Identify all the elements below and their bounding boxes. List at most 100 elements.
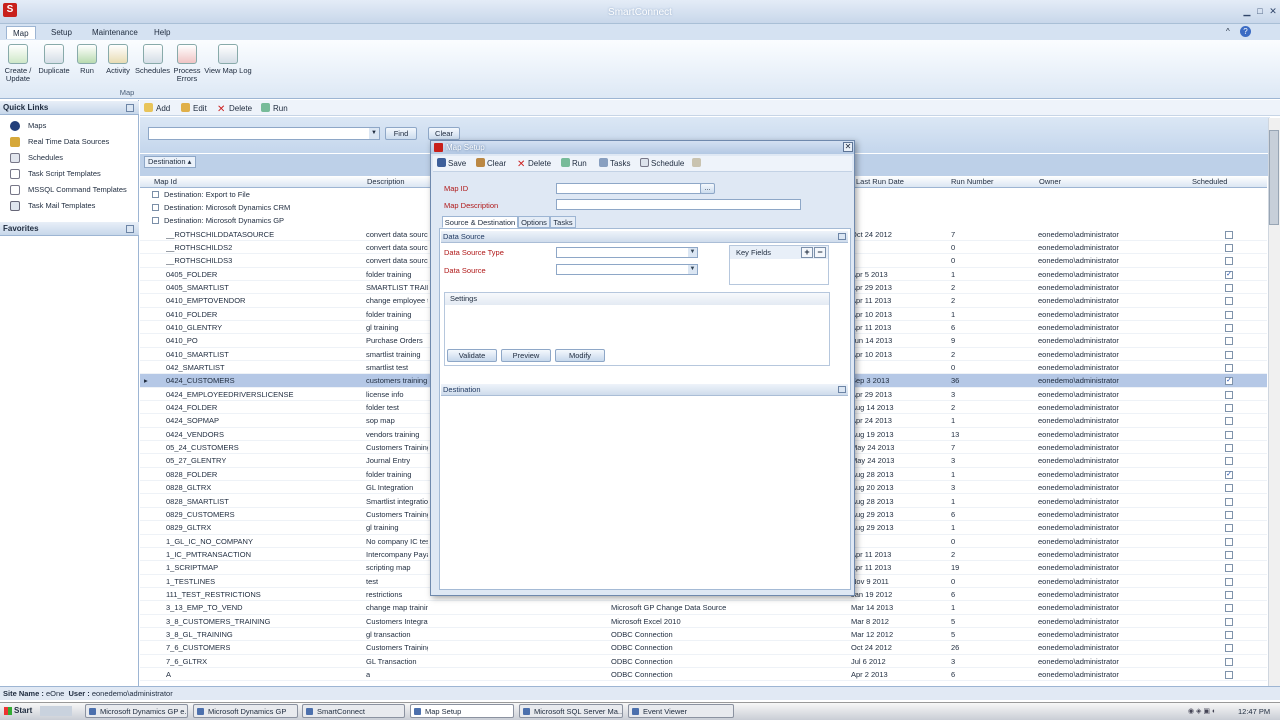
start-button[interactable]: Start bbox=[2, 704, 36, 718]
scheduled-checkbox[interactable] bbox=[1225, 510, 1233, 519]
chevron-down-icon[interactable]: ▼ bbox=[688, 265, 697, 274]
expand-icon[interactable] bbox=[152, 191, 159, 198]
taskbar-item-map-setup[interactable]: Map Setup bbox=[410, 704, 514, 718]
system-tray-icons[interactable]: ◉ ◈ ▣ ◐ bbox=[1188, 707, 1236, 716]
scheduled-checkbox[interactable] bbox=[1225, 297, 1233, 306]
duplicate-button[interactable]: Duplicate bbox=[37, 44, 71, 88]
maximize-button[interactable]: □ bbox=[1253, 5, 1267, 17]
save-button[interactable]: Save bbox=[437, 158, 466, 170]
scheduled-checkbox[interactable] bbox=[1225, 364, 1233, 372]
scheduled-checkbox[interactable] bbox=[1225, 631, 1233, 639]
col-owner[interactable]: Owner bbox=[1039, 177, 1061, 187]
preview-button[interactable]: Preview bbox=[501, 349, 551, 362]
tab-options[interactable]: Options bbox=[518, 216, 550, 228]
group-row[interactable]: Destination: Microsoft Dynamics CRM bbox=[152, 201, 290, 214]
scheduled-checkbox[interactable] bbox=[1225, 444, 1233, 453]
quick-launch[interactable] bbox=[40, 706, 72, 716]
taskbar-item-dynamics-gp-1[interactable]: Microsoft Dynamics GP e... bbox=[85, 704, 188, 718]
data-source-type-select[interactable]: ▼ bbox=[556, 247, 698, 258]
scheduled-checkbox[interactable] bbox=[1225, 524, 1233, 533]
scheduled-checkbox[interactable] bbox=[1225, 337, 1233, 346]
view-map-log-button[interactable]: View Map Log bbox=[204, 44, 252, 88]
minimize-button[interactable]: ▁ bbox=[1240, 5, 1254, 17]
find-button[interactable]: Find bbox=[385, 127, 417, 140]
menu-map[interactable]: Map bbox=[6, 26, 36, 39]
add-key-field-button[interactable]: + bbox=[801, 247, 813, 258]
table-row[interactable]: Aa ODBC Connection Apr 2 2013 6 eonedemo\adm… bbox=[140, 668, 1267, 682]
menu-help[interactable]: Help bbox=[148, 26, 176, 39]
clear-filter-button[interactable]: Clear bbox=[428, 127, 460, 140]
schedule-button[interactable]: Schedule bbox=[640, 158, 684, 170]
scheduled-checkbox[interactable] bbox=[1225, 283, 1233, 292]
tab-source-destination[interactable]: Source & Destination bbox=[442, 216, 518, 228]
table-row[interactable]: 7_6_CUSTOMERS Customers Training ODBC Conn… bbox=[140, 641, 1267, 655]
modify-button[interactable]: Modify bbox=[555, 349, 605, 362]
scheduled-checkbox[interactable] bbox=[1225, 457, 1233, 466]
data-source-select[interactable]: ▼ bbox=[556, 264, 698, 275]
delete-map-button[interactable]: ✕ Delete bbox=[517, 158, 551, 170]
quick-link-real-time-data-sources[interactable]: Real Time Data Sources bbox=[10, 135, 109, 149]
chevron-down-icon[interactable]: ▼ bbox=[369, 128, 379, 139]
favorites-header[interactable]: Favorites bbox=[0, 222, 139, 236]
activity-button[interactable]: Activity bbox=[103, 44, 133, 88]
scheduled-checkbox[interactable] bbox=[1225, 550, 1233, 559]
scheduled-checkbox[interactable] bbox=[1225, 577, 1233, 586]
scheduled-checkbox[interactable] bbox=[1225, 404, 1233, 413]
quick-link-maps[interactable]: Maps bbox=[10, 119, 46, 133]
table-row[interactable]: 7_6_GLTRX GL Transaction ODBC Connection Ju… bbox=[140, 655, 1267, 669]
collapse-icon[interactable] bbox=[838, 233, 846, 240]
scheduled-checkbox[interactable]: ✓ bbox=[1225, 377, 1233, 386]
scheduled-checkbox[interactable] bbox=[1225, 671, 1233, 680]
menu-setup[interactable]: Setup bbox=[45, 26, 78, 39]
scheduled-checkbox[interactable] bbox=[1225, 604, 1233, 613]
run-map-dialog-button[interactable]: Run bbox=[561, 158, 587, 170]
ribbon-minimize-icon[interactable]: ^ bbox=[1226, 27, 1230, 36]
scheduled-checkbox[interactable] bbox=[1225, 390, 1233, 399]
close-window-button[interactable]: ✕ bbox=[1266, 5, 1280, 17]
scheduled-checkbox[interactable] bbox=[1225, 323, 1233, 332]
collapse-icon[interactable] bbox=[126, 225, 134, 233]
validate-button[interactable]: Validate bbox=[447, 349, 497, 362]
tab-tasks[interactable]: Tasks bbox=[550, 216, 576, 228]
delete-button[interactable]: ✕ Delete bbox=[217, 102, 252, 115]
options-toolbar-button[interactable] bbox=[692, 158, 703, 170]
scheduled-checkbox[interactable] bbox=[1225, 243, 1233, 252]
expand-icon[interactable] bbox=[838, 386, 846, 393]
col-description[interactable]: Description bbox=[367, 177, 405, 187]
group-row[interactable]: Destination: Microsoft Dynamics GP bbox=[152, 214, 284, 227]
scheduled-checkbox[interactable] bbox=[1225, 230, 1233, 239]
taskbar-item-smartconnect[interactable]: SmartConnect bbox=[302, 704, 405, 718]
group-by-destination-chip[interactable]: Destination ▴ bbox=[144, 156, 196, 168]
scheduled-checkbox[interactable] bbox=[1225, 310, 1233, 319]
create-update-button[interactable]: Create / Update bbox=[3, 44, 33, 88]
quick-link-schedules[interactable]: Schedules bbox=[10, 151, 63, 165]
quick-link-task-script-templates[interactable]: Task Script Templates bbox=[10, 167, 101, 181]
taskbar-item-dynamics-gp-2[interactable]: Microsoft Dynamics GP bbox=[193, 704, 298, 718]
scheduled-checkbox[interactable] bbox=[1225, 644, 1233, 653]
scheduled-checkbox[interactable] bbox=[1225, 430, 1233, 439]
expand-icon[interactable] bbox=[152, 204, 159, 211]
group-row[interactable]: Destination: Export to File bbox=[152, 188, 250, 201]
table-row[interactable]: 3_8_GL_TRAINING gl transaction ODBC Connec… bbox=[140, 628, 1267, 642]
scheduled-checkbox[interactable] bbox=[1225, 497, 1233, 506]
col-last-run-date[interactable]: Last Run Date bbox=[856, 177, 904, 187]
scheduled-checkbox[interactable] bbox=[1225, 484, 1233, 493]
table-row[interactable]: 3_8_CUSTOMERS_TRAINING Customers Integrat… bbox=[140, 615, 1267, 628]
process-errors-button[interactable]: Process Errors bbox=[172, 44, 202, 88]
filter-combo[interactable]: ▼ bbox=[148, 127, 380, 140]
col-scheduled[interactable]: Scheduled bbox=[1192, 177, 1227, 187]
help-icon[interactable]: ? bbox=[1240, 26, 1251, 37]
menu-maintenance[interactable]: Maintenance bbox=[86, 26, 144, 39]
scheduled-checkbox[interactable] bbox=[1225, 537, 1233, 546]
tasks-button[interactable]: Tasks bbox=[599, 158, 630, 170]
run-button[interactable]: Run bbox=[261, 102, 288, 115]
map-description-input[interactable] bbox=[556, 199, 801, 210]
map-id-lookup-button[interactable]: ... bbox=[700, 183, 715, 194]
map-id-input[interactable] bbox=[556, 183, 701, 194]
scheduled-checkbox[interactable] bbox=[1225, 417, 1233, 426]
quick-link-task-mail-templates[interactable]: Task Mail Templates bbox=[10, 199, 95, 213]
taskbar-item-event-viewer[interactable]: Event Viewer bbox=[628, 704, 734, 718]
destination-section[interactable]: Destination bbox=[441, 384, 848, 396]
col-map-id[interactable]: Map Id bbox=[154, 177, 177, 187]
quick-link-mssql-command-templates[interactable]: MSSQL Command Templates bbox=[10, 183, 127, 197]
